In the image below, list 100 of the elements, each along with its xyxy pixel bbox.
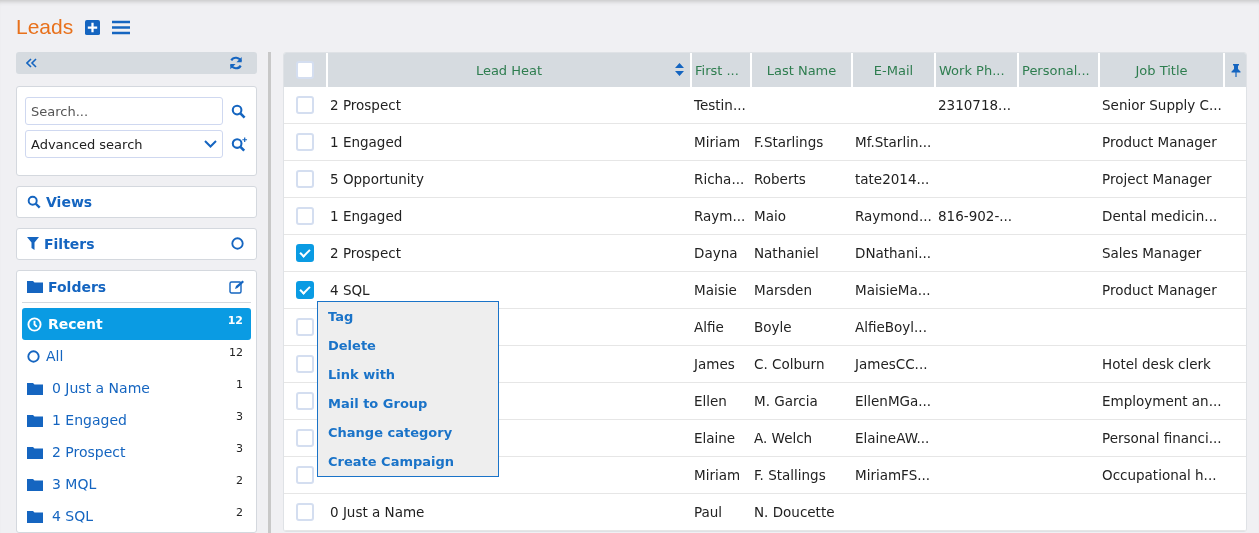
folder-icon	[27, 413, 43, 427]
menu-item[interactable]: Change category	[328, 420, 498, 449]
table-cell: Dental medicin...	[1102, 208, 1218, 224]
table-cell: 2 Prospect	[330, 97, 401, 113]
table-cell: Ellen	[694, 393, 727, 409]
table-cell: 1 Engaged	[330, 208, 403, 224]
menu-item[interactable]: Tag	[328, 304, 498, 333]
column-header[interactable]: E-Mail	[851, 53, 934, 87]
table-cell: Paul	[694, 504, 723, 520]
table-cell: Maisie	[694, 282, 737, 298]
table-cell: Sales Manager	[1102, 245, 1202, 261]
folder-item[interactable]: 3 MQL 2	[22, 468, 251, 500]
table-cell: Testin...	[694, 97, 746, 113]
column-header[interactable]: Work Ph...	[934, 53, 1017, 87]
folder-item[interactable]: 0 Just a Name 1	[22, 372, 251, 404]
column-header[interactable]: Last Name	[750, 53, 851, 87]
table-cell: DNathani...	[855, 245, 932, 261]
table-cell: 1 Engaged	[330, 134, 403, 150]
circle-icon	[27, 349, 40, 363]
table-cell: M. Garcia	[754, 393, 818, 409]
menu-item[interactable]: Create Campaign	[328, 449, 498, 478]
table-cell: N. Doucette	[754, 504, 835, 520]
table-cell: F.Starlings	[754, 134, 824, 150]
table-cell: Senior Supply C...	[1102, 97, 1222, 113]
table-cell: Roberts	[754, 171, 806, 187]
folder-icon	[27, 477, 43, 491]
table-cell: Miriam	[694, 467, 741, 483]
table-cell: Employment an...	[1102, 393, 1222, 409]
folder-icon	[27, 445, 43, 459]
table-cell: Alfie	[694, 319, 724, 335]
row-checkbox[interactable]	[296, 281, 314, 299]
table-cell: Nathaniel	[754, 245, 819, 261]
clock-icon	[27, 316, 42, 332]
table-cell: EllenMGa...	[855, 393, 932, 409]
column-header[interactable]: Lead Heat	[326, 53, 690, 87]
menu-item[interactable]: Delete	[328, 333, 498, 362]
table-cell: Maio	[754, 208, 786, 224]
table-cell: 4 SQL	[330, 282, 370, 298]
column-header[interactable]: First ...	[690, 53, 750, 87]
table-cell: JamesCC...	[855, 356, 928, 372]
views-panel[interactable]: Views	[16, 185, 257, 218]
table-cell: Occupational h...	[1102, 467, 1217, 483]
table-cell: Raymond...	[855, 208, 932, 224]
menu-icon[interactable]	[112, 19, 131, 35]
collapse-icon[interactable]	[26, 58, 37, 69]
table-cell: AlfieBoyl...	[855, 319, 927, 335]
table-cell: 816-902-...	[938, 208, 1013, 224]
advanced-search-dropdown[interactable]: Advanced search	[25, 130, 223, 159]
page-title: Leads	[16, 15, 74, 39]
table-cell: Project Manager	[1102, 171, 1212, 187]
search-plus-icon[interactable]	[231, 136, 248, 153]
menu-item[interactable]: Mail to Group	[328, 391, 498, 420]
edit-icon[interactable]	[229, 279, 245, 294]
column-header[interactable]: Job Title	[1098, 53, 1223, 87]
table-cell: Marsden	[754, 282, 812, 298]
filters-label: Filters	[44, 235, 96, 252]
table-cell: Personal financi...	[1102, 430, 1222, 446]
folder-icon	[27, 509, 43, 523]
filter-icon	[27, 237, 39, 251]
refresh-icon[interactable]	[229, 56, 243, 71]
table-cell: Hotel desk clerk	[1102, 356, 1211, 372]
views-label: Views	[46, 193, 93, 210]
search-icon	[27, 194, 41, 209]
row-checkbox[interactable]	[296, 244, 314, 262]
table-cell: C. Colburn	[754, 356, 825, 372]
table-cell: MiriamFS...	[855, 467, 931, 483]
table-cell: Elaine	[694, 430, 736, 446]
column-header[interactable]: Personal...	[1017, 53, 1098, 87]
table-cell: 2310718...	[938, 97, 1011, 113]
table-cell: Boyle	[754, 319, 792, 335]
folder-item[interactable]: Recent 12	[22, 308, 251, 340]
table-cell: Mf.Starlin...	[855, 134, 932, 150]
sort-icon[interactable]	[675, 63, 684, 76]
table-cell: Miriam	[694, 134, 741, 150]
table-cell: tate2014...	[855, 171, 930, 187]
add-icon[interactable]	[85, 19, 101, 35]
folder-icon	[27, 280, 43, 293]
folders-label: Folders	[48, 278, 108, 295]
select-all-checkbox[interactable]	[296, 61, 314, 79]
folder-item[interactable]: All 12	[22, 340, 251, 372]
table-cell: 2 Prospect	[330, 245, 401, 261]
filters-panel[interactable]: Filters	[16, 227, 257, 260]
table-cell: 0 Just a Name	[330, 504, 425, 520]
table-cell: A. Welch	[754, 430, 813, 446]
pin-icon[interactable]	[1230, 63, 1241, 77]
table-cell: James	[694, 356, 735, 372]
folder-item[interactable]: 1 Engaged 3	[22, 404, 251, 436]
search-icon[interactable]	[231, 103, 246, 119]
chevron-icon	[204, 140, 217, 149]
folder-item[interactable]: 4 SQL 2	[22, 500, 251, 532]
table-cell: MaisieMa...	[855, 282, 931, 298]
table-cell: Dayna	[694, 245, 738, 261]
folder-item[interactable]: 2 Prospect 3	[22, 436, 251, 468]
search-field[interactable]: Search...	[25, 97, 223, 126]
menu-item[interactable]: Link with	[328, 362, 498, 391]
folder-icon	[27, 381, 43, 395]
table-cell: Product Manager	[1102, 282, 1217, 298]
table-cell: Richa...	[694, 171, 745, 187]
table-cell: F. Stallings	[754, 467, 826, 483]
table-cell: ElaineAW...	[855, 430, 930, 446]
